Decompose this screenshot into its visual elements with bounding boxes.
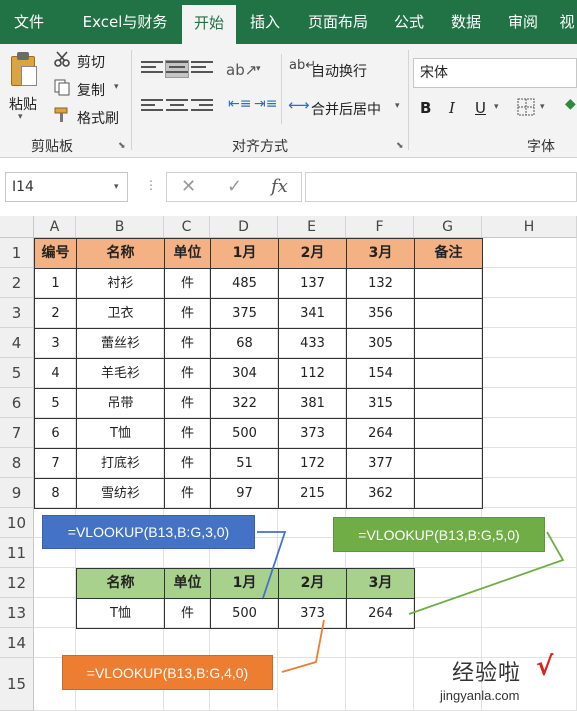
- vlookup-col4-callout: =VLOOKUP(B13,B:G,4,0): [62, 655, 273, 690]
- watermark-check-icon: √: [536, 652, 554, 682]
- watermark-brand: 经验啦: [452, 661, 522, 686]
- watermark-url: jingyanla.com: [440, 688, 520, 703]
- callout-connectors: [257, 531, 565, 673]
- vlookup-col3-callout: =VLOOKUP(B13,B:G,3,0): [42, 515, 255, 549]
- vlookup-col5-callout: =VLOOKUP(B13,B:G,5,0): [333, 517, 545, 552]
